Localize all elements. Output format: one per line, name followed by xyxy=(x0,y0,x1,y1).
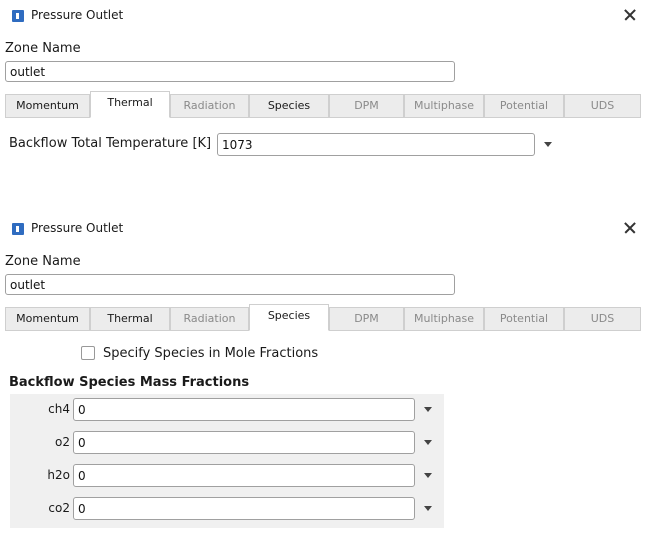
tab-multiphase[interactable]: Multiphase xyxy=(404,307,484,331)
pressure-outlet-dialog-thermal: Pressure Outlet Zone Name Momentum Therm… xyxy=(0,0,655,200)
mole-fractions-checkbox[interactable] xyxy=(81,346,95,360)
dropdown-arrow-icon[interactable] xyxy=(424,506,432,511)
zone-name-label: Zone Name xyxy=(5,254,81,269)
tab-thermal[interactable]: Thermal xyxy=(90,91,170,118)
species-label-co2: co2 xyxy=(48,501,70,515)
zone-name-input[interactable] xyxy=(5,274,455,295)
dialog-title: Pressure Outlet xyxy=(31,221,124,235)
tab-species[interactable]: Species xyxy=(249,304,329,331)
zone-name-input[interactable] xyxy=(5,61,455,82)
close-icon[interactable] xyxy=(619,217,641,239)
tab-bar: Momentum Thermal Radiation Species DPM M… xyxy=(5,304,641,331)
species-fractions-group: ch4 o2 h2o co2 xyxy=(10,394,444,528)
species-label-ch4: ch4 xyxy=(48,402,70,416)
backflow-temperature-label: Backflow Total Temperature [K] xyxy=(9,136,212,151)
species-input-h2o[interactable] xyxy=(73,464,415,487)
fluent-app-icon xyxy=(12,10,24,22)
species-input-o2[interactable] xyxy=(73,431,415,454)
species-input-ch4[interactable] xyxy=(73,398,415,421)
tab-potential[interactable]: Potential xyxy=(484,307,564,331)
dropdown-arrow-icon[interactable] xyxy=(424,440,432,445)
backflow-species-heading: Backflow Species Mass Fractions xyxy=(9,375,250,390)
tab-thermal[interactable]: Thermal xyxy=(90,307,170,331)
dropdown-arrow-icon[interactable] xyxy=(424,473,432,478)
mole-fractions-label: Specify Species in Mole Fractions xyxy=(103,346,319,361)
tab-momentum[interactable]: Momentum xyxy=(5,94,90,118)
dropdown-arrow-icon[interactable] xyxy=(544,142,552,147)
tab-uds[interactable]: UDS xyxy=(564,94,641,118)
species-label-h2o: h2o xyxy=(47,468,70,482)
backflow-temperature-input[interactable] xyxy=(217,133,535,156)
tab-bar: Momentum Thermal Radiation Species DPM M… xyxy=(5,91,641,118)
tab-dpm[interactable]: DPM xyxy=(329,307,404,331)
fluent-app-icon xyxy=(12,223,24,235)
tab-species[interactable]: Species xyxy=(249,94,329,118)
dialog-title: Pressure Outlet xyxy=(31,8,124,22)
zone-name-label: Zone Name xyxy=(5,41,81,56)
species-input-co2[interactable] xyxy=(73,497,415,520)
title-bar: Pressure Outlet xyxy=(0,0,655,32)
close-icon[interactable] xyxy=(619,4,641,26)
tab-multiphase[interactable]: Multiphase xyxy=(404,94,484,118)
tab-momentum[interactable]: Momentum xyxy=(5,307,90,331)
tab-radiation[interactable]: Radiation xyxy=(170,94,249,118)
tab-radiation[interactable]: Radiation xyxy=(170,307,249,331)
title-bar: Pressure Outlet xyxy=(0,213,655,245)
tab-dpm[interactable]: DPM xyxy=(329,94,404,118)
tab-uds[interactable]: UDS xyxy=(564,307,641,331)
tab-potential[interactable]: Potential xyxy=(484,94,564,118)
species-label-o2: o2 xyxy=(55,435,70,449)
dropdown-arrow-icon[interactable] xyxy=(424,407,432,412)
pressure-outlet-dialog-species: Pressure Outlet Zone Name Momentum Therm… xyxy=(0,213,655,535)
